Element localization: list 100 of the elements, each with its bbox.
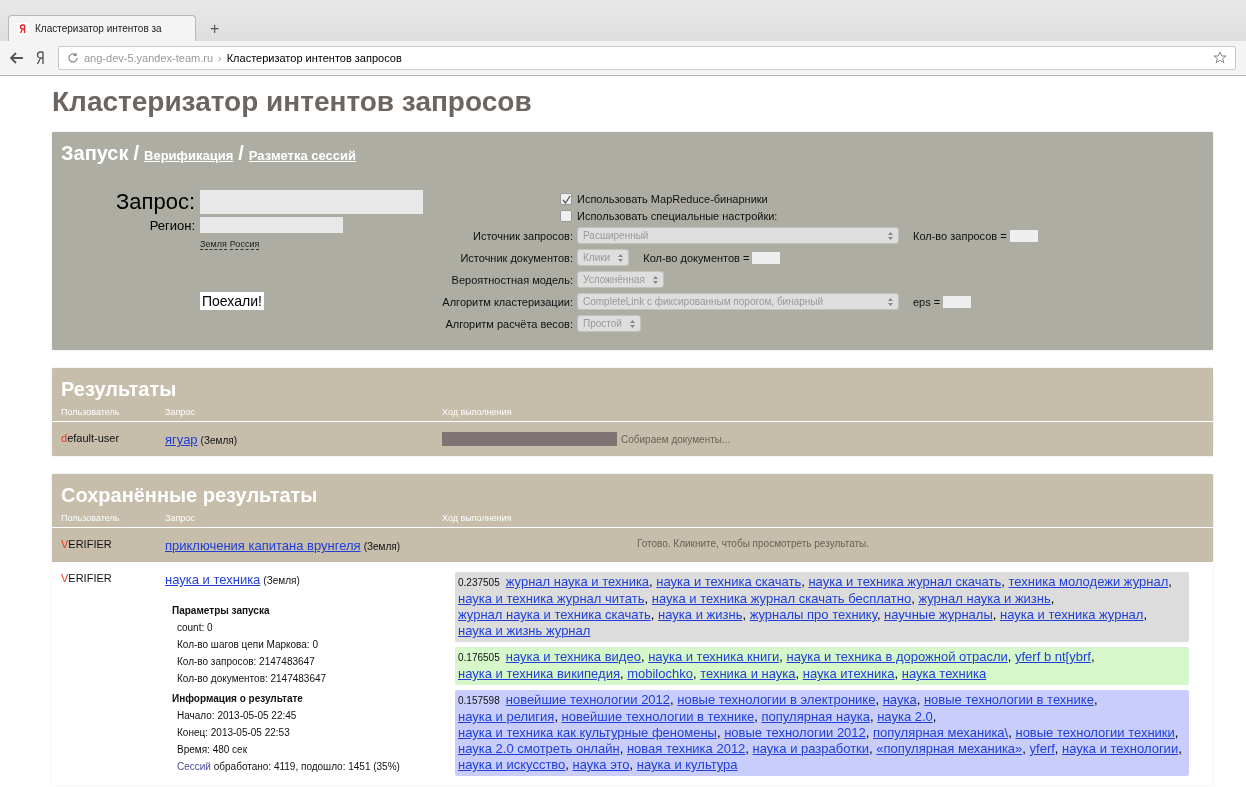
info-line: Начало: 2013-05-05 22:45 [176,709,298,723]
query-link[interactable]: новые технологии техники [1015,725,1175,740]
section-title: Информация о результате [172,692,304,706]
query-input[interactable] [200,190,423,214]
query-link[interactable]: наука и жизнь журнал [458,623,591,638]
region-text: (Земля) [263,575,300,586]
info-line: Сессий обработано: 4119, подошло: 1451 (35%) [176,760,401,774]
setting-label: Кол-во запросов = [913,229,1007,242]
query-link[interactable]: наука и техника [165,572,261,587]
query-link[interactable]: наука 2.0 смотреть онлайн [458,741,620,756]
query-link[interactable]: наука это [572,757,630,772]
region-label: Регион: [148,217,195,233]
checkbox-label: Использовать специальные настройки: [577,210,778,222]
region-link[interactable]: Земля [200,239,227,250]
updown-icon [629,319,635,328]
updown-icon [888,231,893,240]
nav-separator: / [238,142,244,165]
column-header: Запрос [165,407,196,417]
query-link[interactable]: журналы про технику [749,607,877,622]
column-header: Пользователь [61,407,121,417]
query-link[interactable]: наука 2.0 [877,709,933,724]
status-text: Собираем документы... [621,433,731,445]
new-tab-button[interactable]: + [202,20,228,41]
query-link[interactable]: популярная наука [761,709,870,724]
query-link[interactable]: наука и техника в дорожной отрасли [786,649,1008,664]
tab-title: Кластеризатор интентов за [35,23,162,34]
query-link[interactable]: наука и техника журнал читать [458,591,645,606]
updown-icon [888,297,893,306]
checkbox-label: Использовать MapReduce-бинарники [577,193,768,205]
setting-label: Кол-во документов = [643,251,750,264]
checkbox[interactable] [560,193,572,205]
query-link[interactable]: yferf [1029,741,1055,756]
query-link[interactable]: наука и техника как культурные феномены [458,725,717,740]
cluster-score: 0.157598 [458,695,500,706]
panel-title: Сохранённые результаты [60,483,319,508]
column-header: Запрос [165,513,196,523]
cluster-score: 0.176505 [458,652,500,663]
info-line: count: 0 [176,621,214,635]
cluster-card: 0.176505 наука и техника видео, наука и техника книги, наука и техника в дорожной отрасли, yferf b nt[ybrf, наука и техника википедия, mobilochko, техника и наука, наука итехника, наука техника [455,647,1189,685]
info-line: Кол-во запросов: 2147483647 [176,655,316,669]
query-link[interactable]: журнал наука и жизнь [918,591,1051,606]
query-link[interactable]: приключения капитана врунгеля [165,538,361,553]
status-text[interactable]: Готово. Кликните, чтобы просмотреть результаты. [442,538,1204,549]
query-link[interactable]: новые технологии в технике [923,692,1094,707]
region-input[interactable] [200,217,343,233]
query-label: Запрос: [114,189,195,215]
query-link[interactable]: научные журналы [884,607,993,622]
column-header: Ход выполнения [442,513,513,523]
updown-icon [652,275,658,284]
setting-label: Источник запросов: [472,229,573,242]
back-icon[interactable] [10,52,24,64]
query-link[interactable]: «популярная механика» [876,741,1023,756]
query-link[interactable]: ягуар [165,432,198,447]
query-link[interactable]: наука и техника видео [505,649,641,664]
query-link[interactable]: наука и техника википедия [458,666,620,681]
setting-label: Источник документов: [459,251,573,264]
query-link[interactable]: наука и разработки [752,741,870,756]
cluster-score: 0.237505 [458,577,500,588]
region-link[interactable]: Россия [229,239,260,250]
checkbox[interactable] [560,210,572,222]
query-link[interactable]: новые технологии 2012 [724,725,866,740]
star-icon[interactable] [1213,51,1227,65]
number-input[interactable] [752,251,781,264]
cluster-card: 0.157598 новейшие технологии 2012, новые технологии в электронике, наука, новые технологии в технике, наука и религия, новейшие технологии в технике, популярная наука, наука 2.0, наука и техника как культурные феномены, новые технологии 2012, популярная механика\, новые технологии техники, наука 2.0 смотреть онлайн, новая техника 2012, наука и разработки, «популярная механика», yferf, наука и технологии, наука и искусство, наука это, наука и культура [455,690,1189,776]
query-link[interactable]: журнал наука и техника скачать [458,607,651,622]
region-text: (Земля) [200,435,237,446]
column-header: Пользователь [61,513,121,523]
info-line: Кол-во шагов цепи Маркова: 0 [176,638,319,652]
query-link[interactable]: наука [882,692,917,707]
check-icon [561,194,571,204]
info-line: Время: 480 сек [176,743,249,757]
query-link[interactable]: yferf b nt[ybrf [1015,649,1091,664]
query-link[interactable]: наука итехника [802,666,895,681]
reload-icon[interactable] [67,52,79,64]
query-link[interactable]: наука техника [901,666,987,681]
setting-label: eps = [913,295,941,308]
browser-tab[interactable]: Кластеризатор интентов за [8,15,196,41]
submit-button[interactable]: Поехали! [200,292,264,310]
query-link[interactable]: mobilochko [627,666,693,681]
user-name: default-user [61,432,121,444]
query-link[interactable]: техника и наука [700,666,796,681]
number-input[interactable] [943,295,972,308]
user-name: VERIFIER [61,572,113,584]
sessions-link[interactable]: Сессий [177,761,211,772]
setting-label: Алгоритм кластеризации: [441,295,573,308]
address-bar[interactable]: ang-dev-5.yandex-team.ru › Кластеризатор интентов запросов [58,46,1236,70]
cluster-card: 0.237505 журнал наука и техника, наука и техника скачать, наука и техника журнал скачать, техника молодежи журнал, наука и техника журнал читать, наука и техника журнал скачать бесплатно, журнал наука и жизнь, журнал наука и техника скачать, наука и жизнь, журналы про технику, научные журналы, наука и техника журнал, наука и жизнь журнал [455,572,1189,642]
number-input[interactable] [1009,229,1038,242]
info-line: Кол-во документов: 2147483647 [176,672,328,686]
setting-label: Алгоритм расчёта весов: [444,317,573,330]
user-name: VERIFIER [61,538,113,550]
section-title: Параметры запуска [172,604,271,618]
region-text: (Земля) [363,541,400,552]
info-line: Конец: 2013-05-05 22:53 [176,726,291,740]
setting-label: Вероятностная модель: [450,273,573,286]
query-link[interactable]: наука и культура [636,757,738,772]
page-title: Кластеризатор интентов запросов [52,86,533,118]
updown-icon [618,253,624,262]
column-header: Ход выполнения [442,407,513,417]
yandex-icon[interactable] [36,51,46,65]
